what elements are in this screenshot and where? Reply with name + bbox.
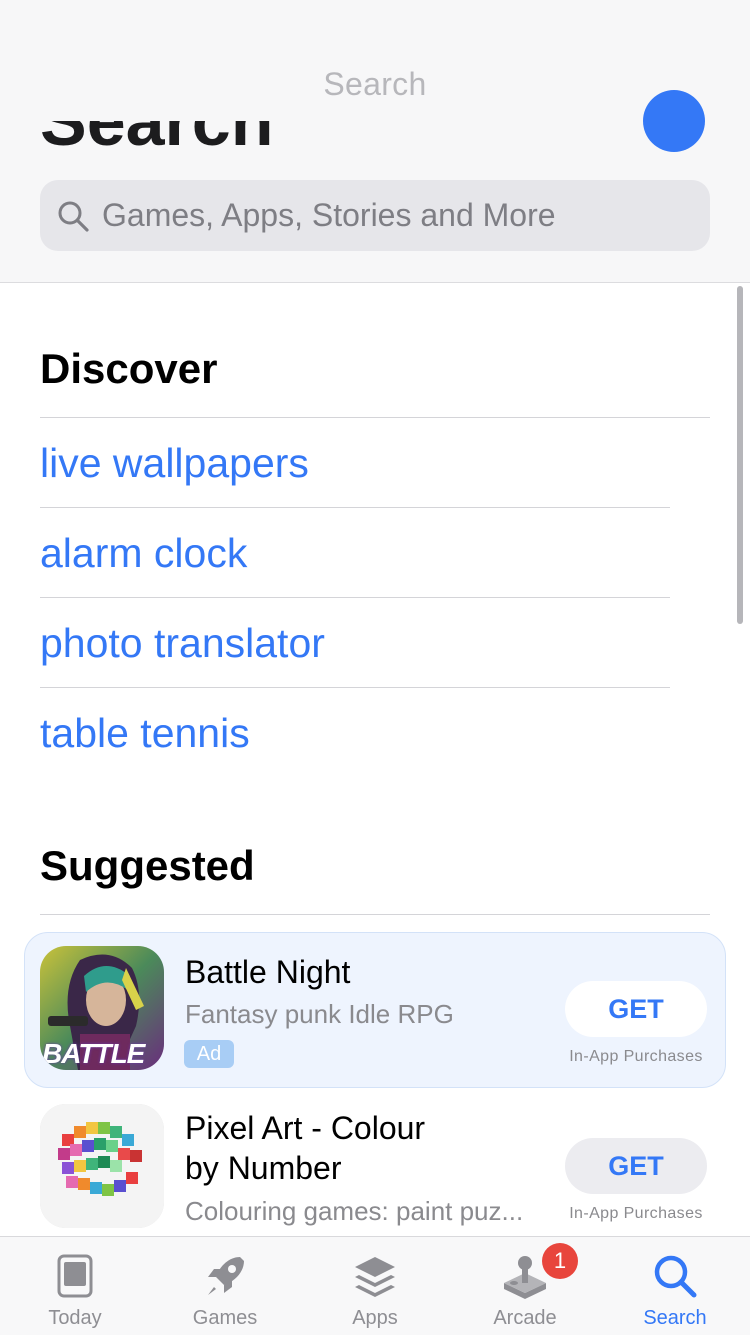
in-app-purchases-label: In-App Purchases xyxy=(569,1048,703,1065)
app-subtitle: Fantasy punk Idle RPG xyxy=(185,999,454,1029)
divider xyxy=(40,597,670,598)
divider xyxy=(40,914,710,915)
tab-label: Today xyxy=(48,1307,102,1329)
discover-item-photo-translator[interactable]: photo translator xyxy=(40,620,325,667)
ad-badge: Ad xyxy=(184,1040,234,1068)
discover-item-alarm-clock[interactable]: alarm clock xyxy=(40,530,247,577)
app-subtitle: Colouring games: paint puz... xyxy=(185,1196,524,1226)
scrollbar[interactable] xyxy=(737,286,743,624)
discover-title: Discover xyxy=(40,345,218,392)
divider xyxy=(40,507,670,508)
tab-games[interactable]: Games xyxy=(150,1237,300,1335)
battle-night-icon-text: BATTLE xyxy=(42,1038,145,1069)
search-input[interactable]: Games, Apps, Stories and More xyxy=(40,180,710,251)
search-icon xyxy=(58,201,89,232)
search-placeholder: Games, Apps, Stories and More xyxy=(102,197,556,233)
header: Search Search Games, Apps, Stories and M… xyxy=(0,0,750,283)
tab-search[interactable]: Search xyxy=(600,1237,750,1335)
tab-label: Apps xyxy=(352,1307,398,1329)
get-button-pixel-art[interactable]: GET xyxy=(565,1138,707,1194)
rocket-icon xyxy=(208,1257,244,1295)
battle-night-app-icon[interactable]: BATTLE xyxy=(40,946,164,1070)
get-button-battle-night[interactable]: GET xyxy=(565,981,707,1037)
discover-item-table-tennis[interactable]: table tennis xyxy=(40,710,250,757)
tab-apps[interactable]: Apps xyxy=(300,1237,450,1335)
account-avatar[interactable] xyxy=(643,90,705,152)
divider xyxy=(40,417,710,418)
pixel-art-icon-art xyxy=(40,1104,164,1228)
nav-title: Search xyxy=(323,66,427,102)
tab-label: Search xyxy=(643,1307,707,1329)
app-name-line-2[interactable]: by Number xyxy=(185,1148,342,1188)
suggested-title: Suggested xyxy=(40,842,255,889)
today-icon xyxy=(57,1254,93,1298)
tab-arcade[interactable]: 1 Arcade xyxy=(450,1237,600,1335)
layers-icon xyxy=(355,1257,395,1297)
tab-label: Arcade xyxy=(493,1307,557,1329)
tab-today[interactable]: Today xyxy=(0,1237,150,1335)
pixel-art-app-icon[interactable] xyxy=(40,1104,164,1228)
divider xyxy=(40,687,670,688)
tab-bar: Today Games Apps 1 Arcade Search xyxy=(0,1236,750,1335)
search-icon xyxy=(654,1255,697,1298)
app-name[interactable]: Battle Night xyxy=(185,952,350,992)
in-app-purchases-label: In-App Purchases xyxy=(569,1205,703,1222)
app-name-line-1[interactable]: Pixel Art - Colour xyxy=(185,1108,425,1148)
tab-label: Games xyxy=(192,1307,258,1329)
discover-item-live-wallpapers[interactable]: live wallpapers xyxy=(40,440,309,487)
arcade-notification-badge: 1 xyxy=(542,1243,578,1279)
